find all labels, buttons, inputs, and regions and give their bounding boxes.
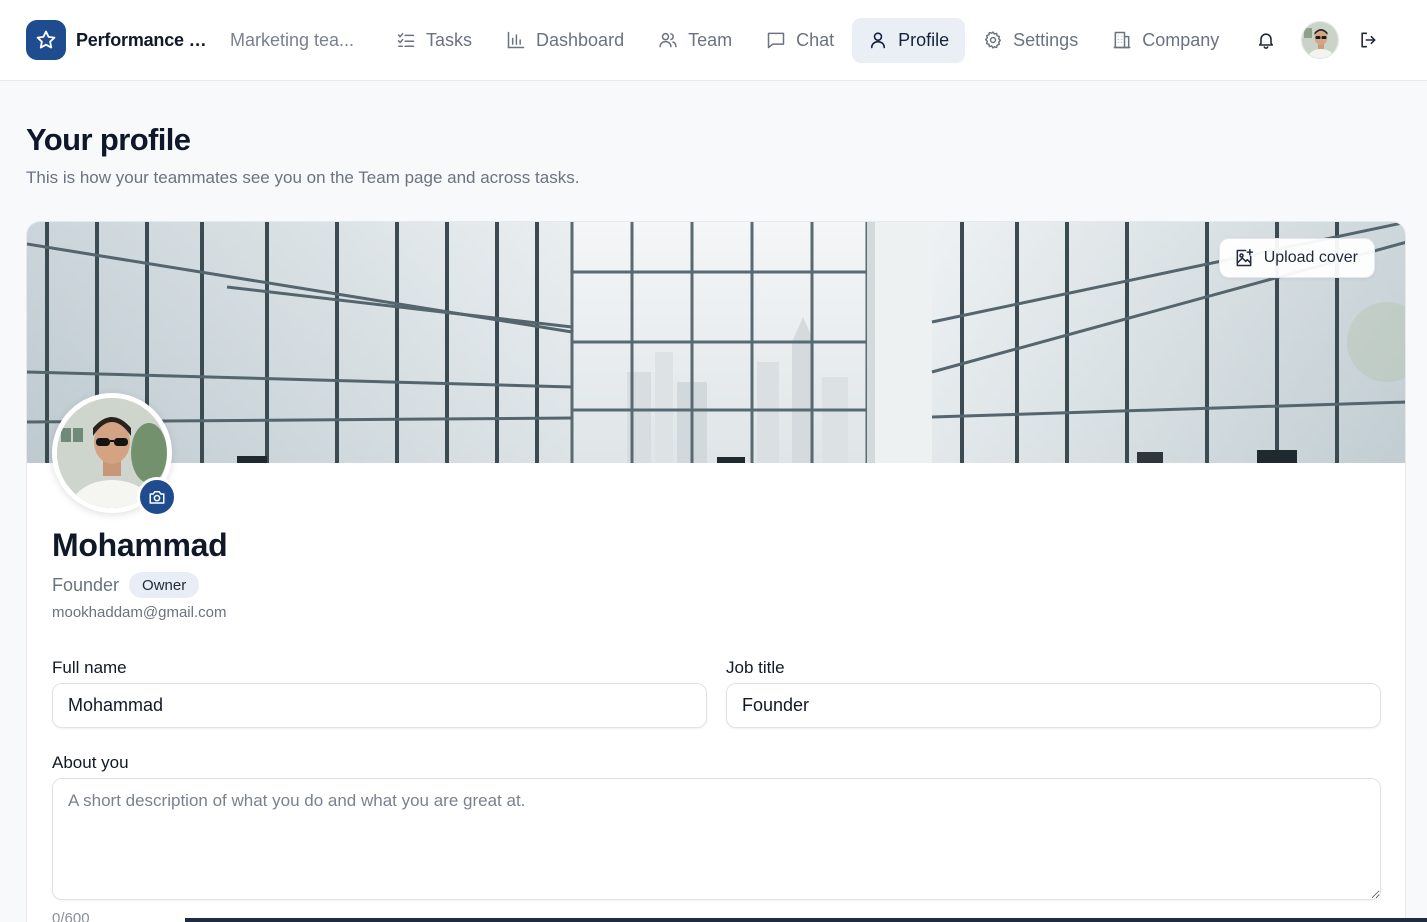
nav-item-company[interactable]: Company (1096, 18, 1235, 63)
nav-item-profile[interactable]: Profile (852, 17, 966, 63)
owner-badge: Owner (129, 572, 200, 598)
about-label: About you (52, 753, 129, 772)
about-char-count: 0/600 (52, 910, 90, 922)
full-name-label: Full name (52, 658, 127, 677)
brand[interactable]: Performance St... (26, 20, 216, 60)
nav-item-settings[interactable]: Settings (967, 18, 1094, 63)
gear-icon (983, 30, 1003, 50)
user-icon (868, 30, 888, 50)
nav-item-dashboard[interactable]: Dashboard (490, 18, 640, 63)
nav-item-chat[interactable]: Chat (750, 18, 850, 63)
app-name: Performance St... (76, 29, 216, 50)
chat-icon (766, 30, 786, 50)
job-title-label: Job title (726, 658, 785, 677)
tasks-icon (396, 30, 416, 50)
upload-cover-button[interactable]: Upload cover (1218, 238, 1375, 278)
notifications-bell-icon[interactable] (1247, 21, 1285, 59)
nav-label: Tasks (426, 29, 473, 50)
about-textarea[interactable] (52, 778, 1381, 900)
bottom-bar (185, 918, 1427, 922)
logout-icon[interactable] (1349, 21, 1387, 59)
cover-image (27, 222, 1405, 463)
top-navbar: Performance St... Marketing tea... Tasks… (0, 0, 1427, 81)
nav-label: Team (688, 29, 733, 50)
nav-label: Dashboard (536, 29, 625, 50)
nav-label: Company (1142, 29, 1220, 50)
profile-meta: Founder Owner (52, 572, 200, 598)
building-icon (1112, 30, 1132, 50)
image-upload-icon (1234, 248, 1254, 268)
page-title: Your profile (26, 122, 191, 157)
workspace-name[interactable]: Marketing tea... (230, 30, 358, 51)
page-subtitle: This is how your teammates see you on th… (26, 168, 580, 187)
job-title-input[interactable] (726, 683, 1381, 728)
nav-label: Profile (898, 29, 950, 50)
profile-role: Founder (52, 574, 120, 595)
users-icon (658, 30, 678, 50)
star-logo-icon (26, 20, 66, 60)
profile-card: Upload cover Mohammad Founder Owner mook… (26, 221, 1406, 922)
nav-item-team[interactable]: Team (642, 18, 748, 63)
nav-label: Chat (796, 29, 835, 50)
profile-email: mookhaddam@gmail.com (52, 604, 227, 621)
profile-name: Mohammad (52, 527, 228, 563)
full-name-input[interactable] (52, 683, 707, 728)
change-photo-camera-icon[interactable] (137, 477, 177, 517)
upload-cover-label: Upload cover (1263, 249, 1358, 266)
main-nav: Tasks Dashboard Team Chat Profile Settin… (380, 17, 1237, 63)
nav-item-tasks[interactable]: Tasks (380, 18, 488, 63)
nav-label: Settings (1013, 29, 1079, 50)
bar-chart-icon (506, 30, 526, 50)
user-avatar[interactable] (1301, 21, 1340, 59)
